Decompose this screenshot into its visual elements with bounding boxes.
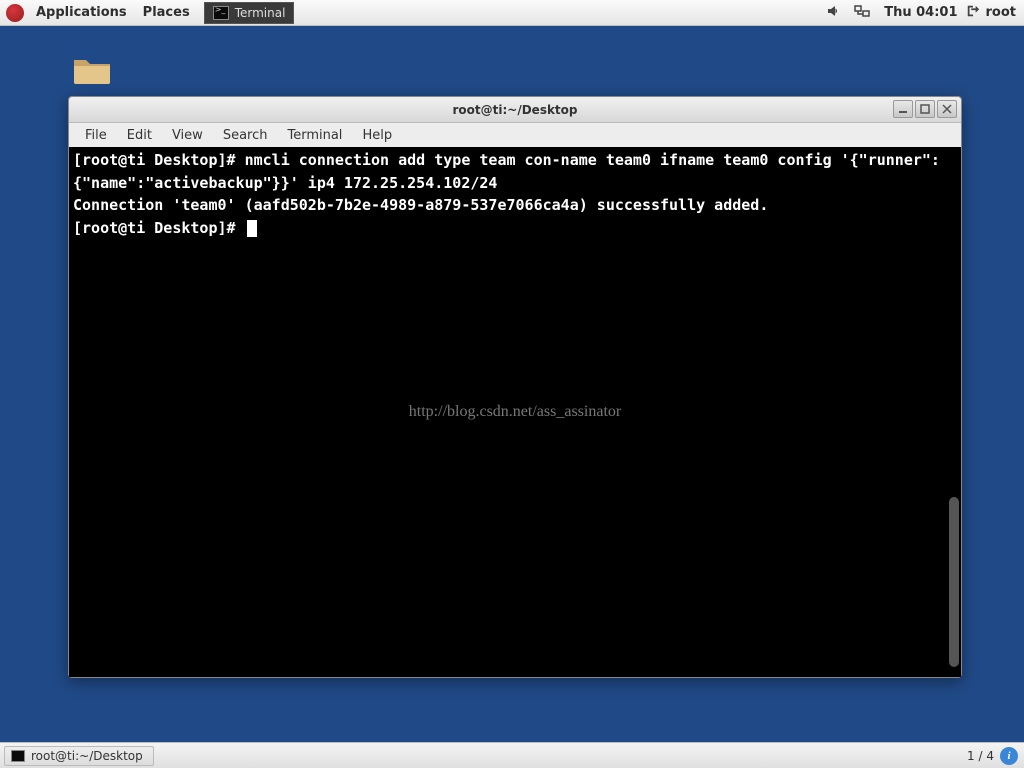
menubar: File Edit View Search Terminal Help [69,123,961,147]
prompt: [root@ti Desktop]# [73,151,245,169]
cursor-icon [247,220,257,237]
user-label: root [986,5,1017,20]
menu-help[interactable]: Help [352,128,402,143]
volume-icon[interactable] [826,3,842,23]
prompt: [root@ti Desktop]# [73,219,245,237]
clock[interactable]: Thu 04:01 [884,5,957,20]
notification-icon[interactable]: i [1000,747,1018,765]
menu-edit[interactable]: Edit [117,128,162,143]
desktop-folder-icon[interactable] [72,54,112,86]
window-title: root@ti:~/Desktop [69,103,961,117]
bottom-panel: root@ti:~/Desktop 1 / 4 i [0,742,1024,768]
bottom-task-label: root@ti:~/Desktop [31,749,143,763]
power-icon [966,4,980,22]
terminal-output[interactable]: [root@ti Desktop]# nmcli connection add … [69,147,961,677]
bottom-task-button[interactable]: root@ti:~/Desktop [4,746,154,766]
taskbar-terminal-label: Terminal [235,6,286,20]
maximize-button[interactable] [915,100,935,118]
applications-menu[interactable]: Applications [28,5,135,20]
taskbar-terminal-button[interactable]: Terminal [204,2,295,24]
user-menu[interactable]: root [966,4,1017,22]
menu-view[interactable]: View [162,128,213,143]
output-line: Connection 'team0' (aafd502b-7b2e-4989-a… [73,196,768,214]
terminal-icon [213,6,229,20]
watermark: http://blog.csdn.net/ass_assinator [409,400,621,424]
desktop[interactable]: root@ti:~/Desktop File Edit View Search … [0,26,1024,742]
menu-terminal[interactable]: Terminal [277,128,352,143]
close-button[interactable] [937,100,957,118]
menu-search[interactable]: Search [213,128,278,143]
distro-logo-icon [6,4,24,22]
menu-file[interactable]: File [75,128,117,143]
top-panel: Applications Places Terminal Thu 04:01 r… [0,0,1024,26]
workspace-indicator[interactable]: 1 / 4 [967,749,994,763]
titlebar[interactable]: root@ti:~/Desktop [69,97,961,123]
places-menu[interactable]: Places [135,5,198,20]
minimize-button[interactable] [893,100,913,118]
scrollbar-thumb[interactable] [949,497,959,667]
terminal-icon [11,750,25,762]
terminal-window: root@ti:~/Desktop File Edit View Search … [68,96,962,678]
network-icon[interactable] [854,3,870,23]
